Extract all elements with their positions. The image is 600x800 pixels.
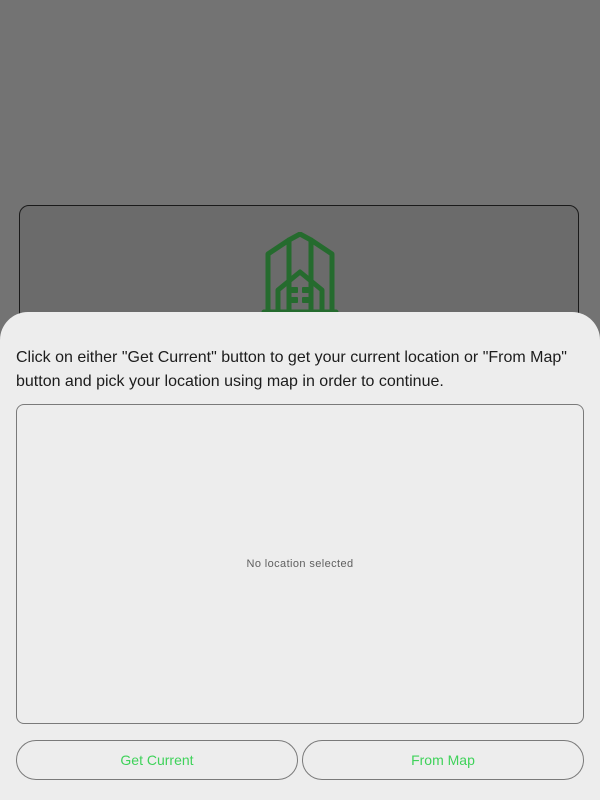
- instructions-text: Click on either "Get Current" button to …: [16, 349, 567, 390]
- location-bottom-sheet: Click on either "Get Current" button to …: [0, 312, 600, 800]
- get-current-button[interactable]: Get Current: [16, 740, 298, 780]
- location-preview: No location selected: [16, 404, 584, 724]
- from-map-button[interactable]: From Map: [302, 740, 584, 780]
- location-status: No location selected: [246, 558, 354, 570]
- building-icon: [258, 231, 342, 316]
